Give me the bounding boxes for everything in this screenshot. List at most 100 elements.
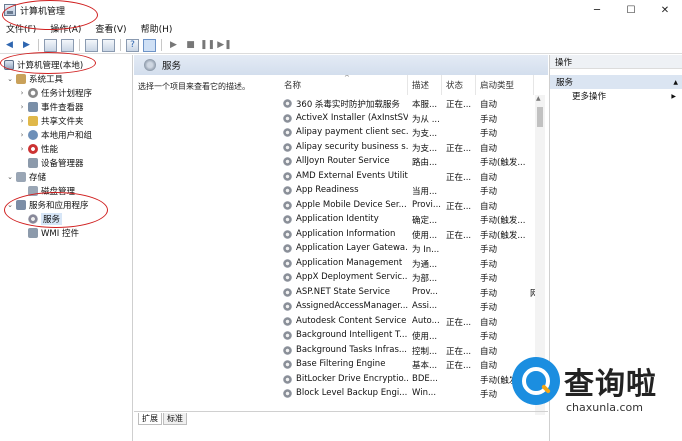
expand-icon[interactable]: ›	[18, 103, 26, 111]
service-row[interactable]: Alipay security business s... 为支... 正在... 自…	[280, 141, 548, 156]
service-name: Apple Mobile Device Ser...	[296, 199, 407, 210]
back-arrow-icon[interactable]: ◀	[3, 39, 16, 52]
sort-ascending-icon: ^	[344, 75, 350, 82]
service-status: 正在...	[446, 172, 472, 183]
service-name: Base Filtering Engine	[296, 359, 386, 369]
tree-item-system-tools[interactable]: ⌄ 系统工具	[6, 72, 63, 85]
service-name: Autodesk Content Service	[296, 315, 407, 326]
service-row[interactable]: Application Management 为通... 手动	[280, 257, 548, 272]
actions-section-services[interactable]: 服务 ▲	[550, 75, 682, 89]
service-row[interactable]: Alipay payment client sec... 为支... 手动	[280, 126, 548, 141]
service-name: 360 杀毒实时防护加载服务	[296, 100, 400, 110]
service-status: 正在...	[446, 100, 472, 110]
tree-item-wmi[interactable]: WMI 控件	[26, 226, 79, 239]
tree-item-event-viewer[interactable]: › 事件查看器	[18, 100, 84, 113]
service-row[interactable]: ASP.NET State Service Prov... 手动网	[280, 286, 548, 301]
service-description-cell: 基本...	[412, 361, 438, 371]
tree-item-services-apps[interactable]: ⌄ 服务和应用程序	[6, 198, 89, 211]
show-hide-tree-icon[interactable]	[61, 38, 74, 52]
watermark-url: chaxunla.com	[566, 401, 643, 414]
scrollbar-thumb[interactable]	[537, 107, 543, 127]
watermark: 查询啦 chaxunla.com	[504, 345, 682, 441]
tab-extended[interactable]: 扩展	[138, 413, 162, 425]
up-folder-icon[interactable]	[44, 38, 57, 52]
stop-service-icon[interactable]: ■	[184, 39, 197, 52]
menu-action[interactable]: 操作(A)	[50, 22, 81, 35]
gear-icon	[283, 229, 292, 239]
menu-file[interactable]: 文件(F)	[6, 22, 36, 35]
expand-icon[interactable]: ›	[18, 145, 26, 153]
expand-icon[interactable]: ›	[18, 89, 26, 97]
service-row[interactable]: AllJoyn Router Service 路由... 手动(触发...	[280, 155, 548, 170]
gear-icon	[283, 157, 292, 166]
service-row[interactable]: Application Identity 确定... 手动(触发...	[280, 213, 548, 228]
properties-icon[interactable]	[143, 38, 156, 52]
refresh-icon[interactable]	[85, 38, 98, 52]
tree-item-task-scheduler[interactable]: › 任务计划程序	[18, 86, 92, 99]
column-header-startup-type[interactable]: 启动类型	[476, 75, 534, 95]
tab-standard[interactable]: 标准	[163, 413, 187, 425]
service-row[interactable]: Application Information 使用... 正在... 手动(触发..…	[280, 228, 548, 243]
column-header-name[interactable]: 名称 ^	[280, 75, 408, 95]
gear-icon	[283, 99, 292, 108]
help-icon[interactable]: ?	[126, 38, 139, 52]
service-description-cell: 控制...	[412, 346, 438, 357]
service-row[interactable]: Application Layer Gatewa... 为 In... 手动	[280, 242, 548, 257]
start-service-icon[interactable]: ▶	[167, 39, 180, 52]
gear-icon	[283, 128, 292, 137]
service-startup-type: 自动	[480, 143, 498, 154]
actions-header: 操作	[550, 55, 682, 69]
gear-icon	[283, 360, 292, 369]
column-header-description[interactable]: 描述	[408, 75, 442, 95]
minimize-button[interactable]: ─	[580, 0, 614, 20]
tree-item-shared-folders[interactable]: › 共享文件夹	[18, 114, 84, 127]
service-row[interactable]: 360 杀毒实时防护加载服务 本服... 正在... 自动	[280, 97, 548, 112]
tree-item-performance[interactable]: › 性能	[18, 142, 58, 155]
tree-item-local-users[interactable]: › 本地用户和组	[18, 128, 92, 141]
service-name: BitLocker Drive Encryptio...	[296, 373, 408, 384]
pause-service-icon[interactable]: ❚❚	[200, 39, 215, 52]
gear-icon	[283, 287, 292, 297]
maximize-button[interactable]: ☐	[614, 0, 648, 20]
service-row[interactable]: App Readiness 当用... 手动	[280, 184, 548, 199]
service-name: Application Information	[296, 228, 396, 239]
close-button[interactable]: ✕	[648, 0, 682, 20]
forward-arrow-icon[interactable]: ▶	[20, 39, 33, 52]
disk-icon	[28, 185, 38, 196]
expand-icon[interactable]: ›	[18, 131, 26, 139]
collapse-icon[interactable]: ⌄	[6, 75, 14, 83]
column-header-status[interactable]: 状态	[442, 75, 476, 95]
scroll-up-icon[interactable]: ▲	[536, 95, 541, 102]
service-row[interactable]: AssignedAccessManager... Assi... 手动	[280, 300, 548, 315]
menu-help[interactable]: 帮助(H)	[141, 22, 173, 35]
collapse-icon[interactable]: ⌄	[6, 201, 14, 209]
tree-item-device-manager[interactable]: 设备管理器	[26, 156, 84, 169]
tree-item-root[interactable]: 计算机管理(本地)	[2, 58, 83, 71]
service-startup-type: 手动(触发...	[480, 216, 526, 226]
device-manager-icon	[28, 157, 38, 168]
expand-icon[interactable]: ›	[18, 117, 26, 125]
tree-item-storage[interactable]: ⌄ 存储	[6, 170, 46, 183]
computer-management-icon	[4, 4, 16, 16]
console-tree: 计算机管理(本地) ⌄ 系统工具 › 任务计划程序 › 事件查看器 › 共享文件…	[0, 55, 133, 441]
more-actions-item[interactable]: 更多操作 ▶	[550, 89, 682, 103]
tree-item-services[interactable]: 服务	[26, 212, 63, 225]
restart-service-icon[interactable]: ▶❚	[217, 39, 231, 52]
service-row[interactable]: AMD External Events Utility 正在... 自动	[280, 170, 548, 185]
service-row[interactable]: Autodesk Content Service Auto... 正在... 自动	[280, 315, 548, 330]
export-list-icon[interactable]	[102, 38, 115, 52]
service-row[interactable]: ActiveX Installer (AxInstSV) 为从 ... 手动	[280, 112, 548, 127]
menu-view[interactable]: 查看(V)	[95, 22, 126, 35]
service-row[interactable]: Apple Mobile Device Ser... Provi... 正在... 自…	[280, 199, 548, 214]
service-row[interactable]: AppX Deployment Servic... 为部... 手动	[280, 271, 548, 286]
gear-icon	[283, 215, 292, 224]
service-row[interactable]: Background Intelligent T... 使用... 手动	[280, 329, 548, 344]
service-name: Application Management	[296, 257, 403, 268]
tree-item-disk-management[interactable]: 磁盘管理	[26, 184, 75, 197]
service-status: 正在...	[446, 230, 472, 241]
toolbar-separator	[161, 39, 162, 51]
service-name: Block Level Backup Engi...	[296, 388, 408, 398]
service-name: Background Tasks Infras...	[296, 344, 408, 355]
window-title: 计算机管理	[20, 6, 66, 17]
collapse-icon[interactable]: ⌄	[6, 173, 14, 181]
